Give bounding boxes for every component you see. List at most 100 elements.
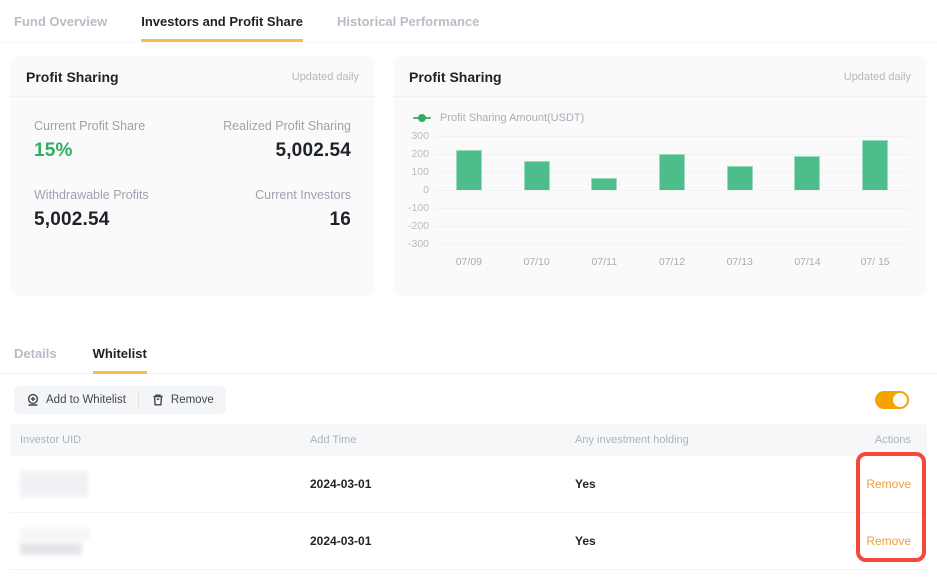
chart-card-updated: Updated daily [844, 71, 911, 83]
x-tick-label: 07/09 [435, 256, 503, 268]
masked-uid [20, 471, 88, 497]
uid-cell [10, 528, 300, 555]
trash-icon [151, 393, 165, 407]
chart-bar [456, 150, 482, 190]
masked-uid [20, 543, 82, 555]
y-tick-label: -200 [408, 220, 429, 232]
remove-button[interactable]: Remove [151, 393, 214, 407]
add-circle-icon [26, 393, 40, 407]
x-tick-label: 07/ 15 [841, 256, 909, 268]
whitelist-toggle[interactable] [875, 391, 909, 409]
x-tick-label: 07/10 [503, 256, 571, 268]
stat-label: Withdrawable Profits [34, 188, 193, 202]
x-tick-label: 07/13 [706, 256, 774, 268]
chart-column [841, 136, 909, 244]
x-tick-label: 07/14 [774, 256, 842, 268]
tab-historical-performance[interactable]: Historical Performance [337, 14, 479, 42]
stat-label: Realized Profit Sharing [193, 119, 352, 133]
chart-column [706, 136, 774, 244]
profit-sharing-chart-card: Profit Sharing Updated daily Profit Shar… [393, 56, 927, 296]
stat-realized-profit-sharing: Realized Profit Sharing 5,002.54 [193, 119, 352, 162]
add-to-whitelist-button[interactable]: Add to Whitelist [26, 393, 126, 407]
stat-current-profit-share: Current Profit Share 15% [34, 119, 193, 162]
remove-button-label: Remove [171, 394, 214, 406]
actions-cell: Remove [855, 534, 927, 548]
chart-bar [659, 154, 685, 190]
add-time-cell: 2024-03-01 [300, 534, 565, 548]
col-investor-uid: Investor UID [10, 434, 300, 446]
stat-label: Current Profit Share [34, 119, 193, 133]
y-tick-label: -100 [408, 202, 429, 214]
top-tab-bar: Fund Overview Investors and Profit Share… [0, 0, 937, 43]
stat-value: 5,002.54 [193, 140, 352, 162]
cards-row: Profit Sharing Updated daily Current Pro… [10, 56, 927, 296]
legend-line-dot-icon [413, 117, 431, 119]
x-tick-label: 07/12 [638, 256, 706, 268]
stats-card-updated: Updated daily [292, 71, 359, 83]
tab-investors-profit-share[interactable]: Investors and Profit Share [141, 14, 303, 42]
stat-value: 15% [34, 140, 193, 162]
tab-fund-overview[interactable]: Fund Overview [14, 14, 107, 42]
table-row: 2024-03-01 Yes Remove [10, 456, 927, 513]
chart-y-axis: 3002001000-100-200-300 [403, 136, 435, 244]
chart-column [638, 136, 706, 244]
bar-chart: 3002001000-100-200-300 07/0907/1007/1107… [393, 124, 927, 268]
stats-card-title: Profit Sharing [26, 69, 119, 85]
actions-cell: Remove [855, 477, 927, 491]
add-time-cell: 2024-03-01 [300, 477, 565, 491]
chart-bar [794, 156, 820, 190]
chart-bar [727, 166, 753, 190]
col-any-investment-holding: Any investment holding [565, 434, 855, 446]
col-add-time: Add Time [300, 434, 565, 446]
add-to-whitelist-label: Add to Whitelist [46, 394, 126, 406]
chart-card-header: Profit Sharing Updated daily [393, 56, 927, 97]
tab-whitelist[interactable]: Whitelist [93, 346, 147, 374]
table-header: Investor UID Add Time Any investment hol… [10, 424, 927, 456]
col-actions: Actions [855, 434, 927, 446]
section-tab-bar: Details Whitelist [0, 296, 937, 374]
tab-details[interactable]: Details [14, 346, 57, 374]
y-tick-label: 300 [411, 130, 429, 142]
chart-legend: Profit Sharing Amount(USDT) [393, 97, 927, 124]
stat-current-investors: Current Investors 16 [193, 188, 352, 231]
profit-sharing-stats-card: Profit Sharing Updated daily Current Pro… [10, 56, 375, 296]
toolbar-divider [138, 393, 139, 407]
y-tick-label: -300 [408, 238, 429, 250]
stat-value: 5,002.54 [34, 209, 193, 231]
stats-grid: Current Profit Share 15% Realized Profit… [10, 97, 375, 231]
table-row: 2024-03-01 Yes Remove [10, 513, 927, 570]
y-tick-label: 0 [423, 184, 429, 196]
chart-bar [524, 161, 550, 190]
masked-uid [20, 528, 90, 541]
holding-cell: Yes [565, 477, 855, 491]
toolbar-button-group: Add to Whitelist Remove [14, 386, 226, 414]
whitelist-table: Investor UID Add Time Any investment hol… [10, 424, 927, 570]
chart-bar [862, 140, 888, 190]
remove-row-link[interactable]: Remove [866, 477, 911, 491]
y-tick-label: 100 [411, 166, 429, 178]
whitelist-toolbar: Add to Whitelist Remove [14, 386, 923, 414]
legend-label: Profit Sharing Amount(USDT) [440, 112, 584, 124]
chart-bar [591, 178, 617, 190]
chart-card-title: Profit Sharing [409, 69, 502, 85]
uid-cell [10, 471, 300, 497]
gridline [435, 244, 909, 245]
chart-column [774, 136, 842, 244]
stats-card-header: Profit Sharing Updated daily [10, 56, 375, 97]
remove-row-link[interactable]: Remove [866, 534, 911, 548]
chart-column [570, 136, 638, 244]
stat-label: Current Investors [193, 188, 352, 202]
stat-value: 16 [193, 209, 352, 231]
chart-columns [435, 136, 909, 244]
chart-plot [435, 136, 909, 244]
x-tick-label: 07/11 [570, 256, 638, 268]
chart-column [435, 136, 503, 244]
page: Fund Overview Investors and Profit Share… [0, 0, 937, 579]
chart-main: 07/0907/1007/1107/1207/1307/1407/ 15 [435, 136, 909, 268]
chart-column [503, 136, 571, 244]
toggle-knob [893, 393, 907, 407]
stat-withdrawable-profits: Withdrawable Profits 5,002.54 [34, 188, 193, 231]
chart-x-axis: 07/0907/1007/1107/1207/1307/1407/ 15 [435, 256, 909, 268]
y-tick-label: 200 [411, 148, 429, 160]
holding-cell: Yes [565, 534, 855, 548]
